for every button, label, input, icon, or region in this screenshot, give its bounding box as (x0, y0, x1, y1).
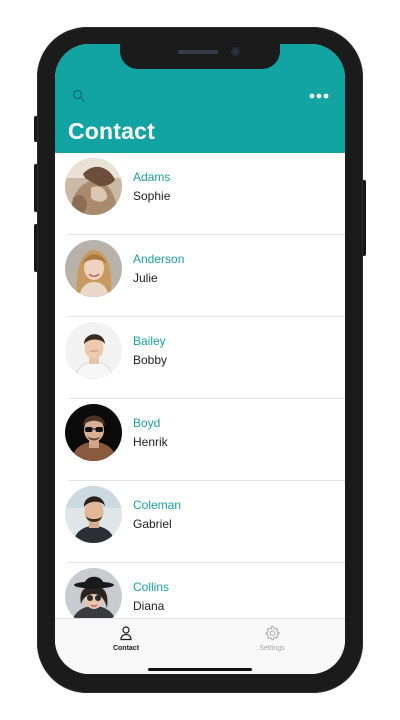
home-indicator[interactable] (148, 668, 252, 671)
contact-first-name: Bobby (133, 353, 168, 367)
contact-row-bailey[interactable]: Bailey Bobby (55, 317, 345, 399)
more-horizontal-icon (309, 93, 329, 99)
app-header: Contact (55, 44, 345, 153)
phone-notch (120, 44, 280, 69)
search-icon (72, 89, 85, 102)
tab-settings-label: Settings (259, 645, 285, 652)
contact-last-name: Adams (133, 170, 171, 184)
tab-contact[interactable]: Contact (86, 625, 166, 661)
contact-row-coleman[interactable]: Coleman Gabriel (55, 481, 345, 563)
contact-first-name: Gabriel (133, 517, 172, 531)
gear-icon (265, 625, 280, 641)
contact-row-anderson[interactable]: Anderson Julie (55, 235, 345, 317)
contact-row-collins[interactable]: Collins Diana (55, 563, 345, 618)
contact-last-name: Bailey (133, 334, 166, 348)
contact-row-adams[interactable]: Adams Sophie (55, 153, 345, 235)
avatar-coleman (65, 486, 122, 543)
page-title: Contact (68, 118, 156, 144)
contact-first-name: Diana (133, 599, 165, 613)
tab-bar: Contact Settings (55, 618, 345, 674)
avatar-anderson (65, 240, 122, 297)
contact-first-name: Henrik (133, 435, 168, 449)
person-icon (120, 626, 132, 641)
contact-first-name: Julie (133, 271, 158, 285)
contact-list: Adams Sophie Anderson Julie Bailey Bobby… (55, 153, 345, 618)
contact-row-boyd[interactable]: Boyd Henrik (55, 399, 345, 481)
contact-first-name: Sophie (133, 189, 171, 203)
avatar-bailey (65, 322, 122, 379)
avatar-adams (65, 158, 122, 215)
front-camera (231, 47, 240, 56)
device-stage: Contact Adams Sophie Anderson Julie Bail… (0, 0, 400, 720)
avatar-boyd (65, 404, 122, 461)
speaker-grille (178, 50, 218, 54)
tab-settings[interactable]: Settings (232, 625, 312, 661)
contact-last-name: Collins (133, 580, 170, 594)
contact-last-name: Anderson (133, 252, 185, 266)
contact-last-name: Boyd (133, 416, 161, 430)
contact-last-name: Coleman (133, 498, 182, 512)
search-button[interactable] (71, 88, 87, 104)
tab-contact-label: Contact (112, 645, 140, 652)
avatar-collins (65, 568, 122, 618)
more-options-button[interactable] (308, 88, 330, 104)
app-screen: Contact Adams Sophie Anderson Julie Bail… (55, 44, 345, 674)
